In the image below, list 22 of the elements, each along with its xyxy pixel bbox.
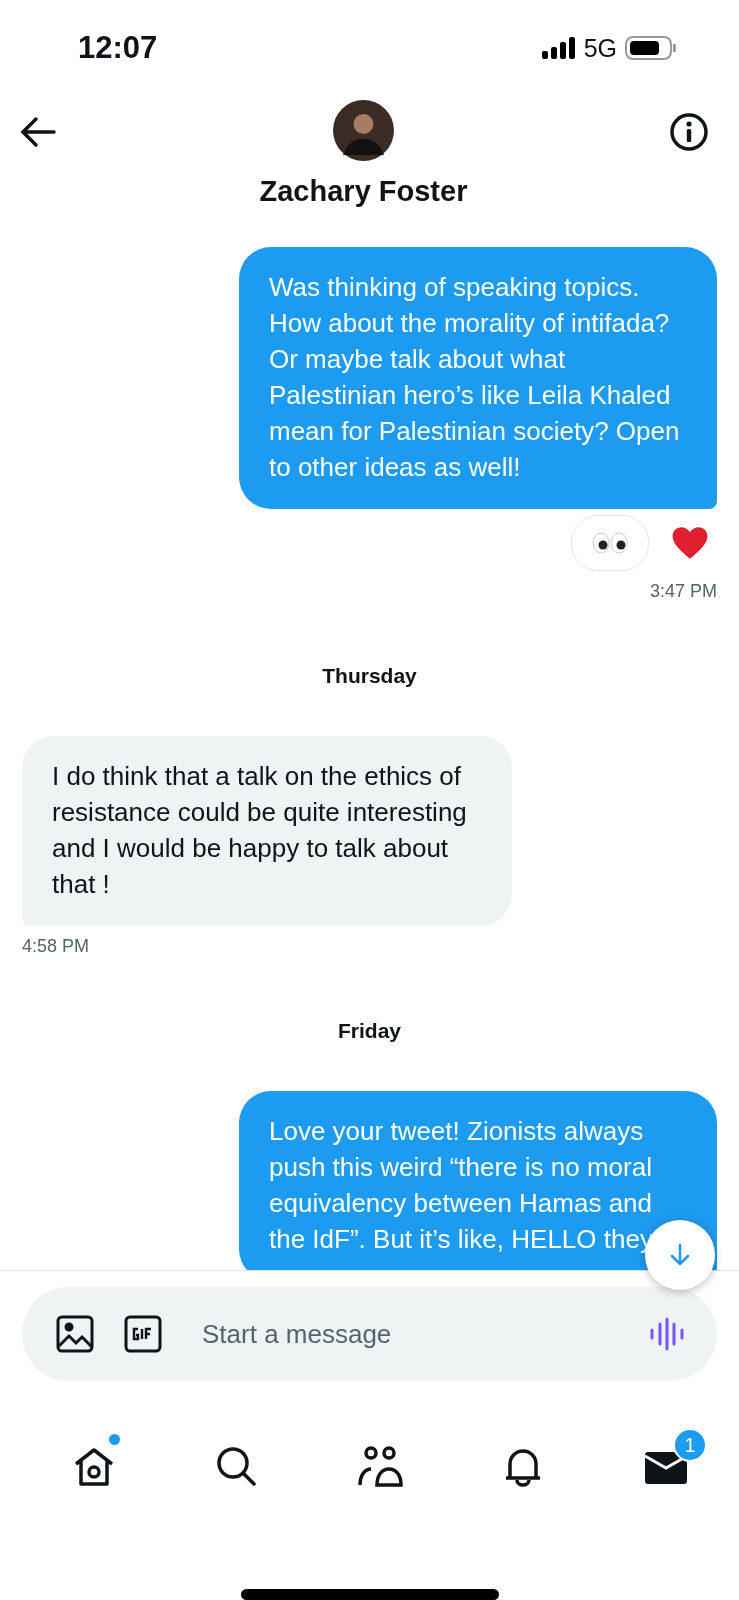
network-label: 5G (583, 33, 617, 63)
unread-badge: 1 (673, 1428, 707, 1462)
search-tab[interactable] (214, 1444, 259, 1488)
date-separator: Thursday (322, 664, 417, 688)
avatar[interactable] (333, 100, 394, 161)
info-button[interactable] (669, 112, 709, 152)
heart-icon (671, 525, 709, 561)
message-time: 4:58 PM (22, 936, 90, 957)
message-time: 3:47 PM (649, 581, 717, 602)
eyes-icon (591, 531, 629, 555)
voice-icon[interactable] (649, 1316, 685, 1352)
date-separator: Friday (338, 1019, 401, 1043)
signal-icon (541, 37, 576, 59)
reaction-pill[interactable] (571, 515, 649, 571)
status-time: 12:07 (78, 30, 158, 66)
battery-icon (625, 36, 677, 60)
message-bubble: Was thinking of speaking topics. How about the morality of intifada? Or maybe talk about what Palestinian hero’s like Leila Khaled mean for Palestinian society? Open to other ideas as well! (239, 247, 717, 509)
contact-name: Zachary Foster (259, 175, 468, 208)
image-icon[interactable] (56, 1315, 94, 1353)
gif-icon[interactable] (124, 1315, 162, 1353)
message-bubble: I do think that a talk on the ethics of resistance could be quite interesting and I would be happy to talk about that ! (22, 736, 512, 926)
communities-tab[interactable] (356, 1444, 403, 1488)
